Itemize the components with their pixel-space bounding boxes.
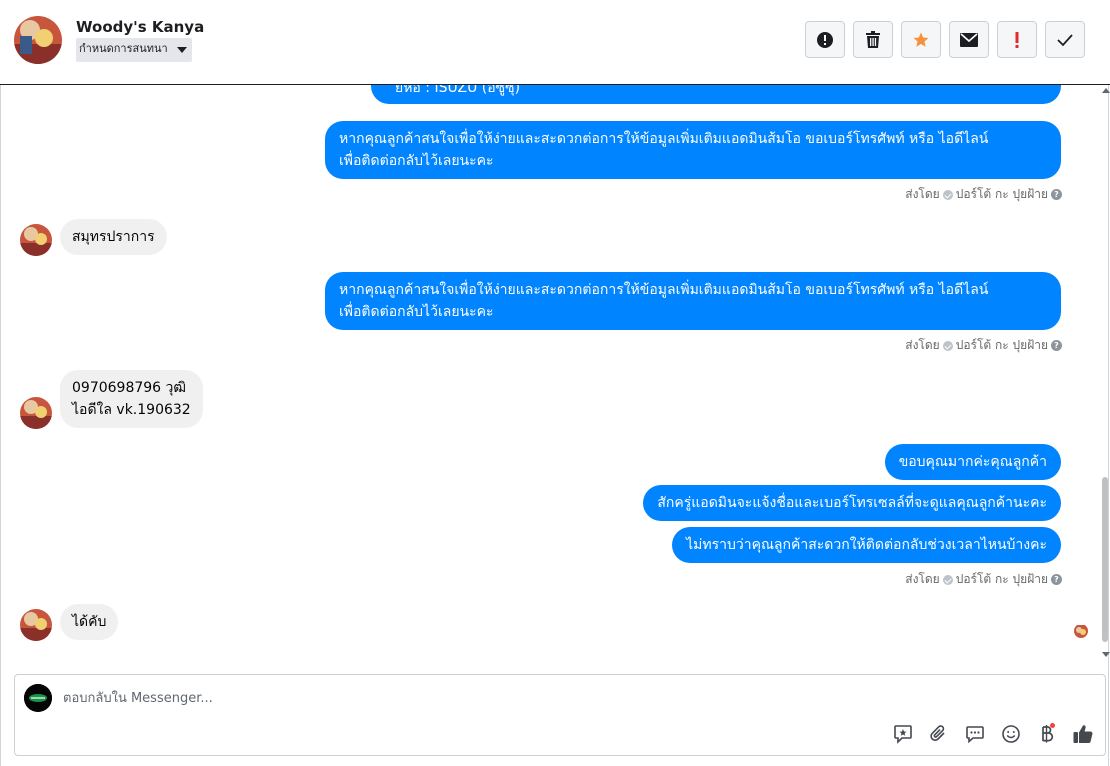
sender-name[interactable]: ปอร์โต้ กะ ปุยฝ้าย bbox=[956, 336, 1048, 355]
scroll-up-arrow-icon[interactable] bbox=[1102, 88, 1110, 93]
message-text: ไอดีใล vk.190632 bbox=[72, 402, 191, 418]
scrollbar-thumb[interactable] bbox=[1102, 477, 1108, 642]
reply-composer bbox=[14, 674, 1106, 756]
emoji-icon bbox=[1002, 725, 1020, 743]
sent-by-label: ส่งโดย bbox=[905, 338, 940, 352]
message-list[interactable]: ยี่ห้อ : ISUZU (อีซูซุ) หากคุณลูกค้าสนใจ… bbox=[0, 85, 1100, 660]
message-bubble-incoming: สมุทรปราการ bbox=[60, 219, 167, 255]
help-icon[interactable]: ? bbox=[1051, 574, 1062, 585]
sent-by-info: ส่งโดย ปอร์โต้ กะ ปุยฝ้าย ? bbox=[905, 570, 1062, 589]
message-text: ยี่ห้อ : ISUZU (อีซูซุ) bbox=[395, 85, 521, 96]
message-text: 0970698796 วุฒิ bbox=[72, 380, 187, 396]
contact-name[interactable]: Woody's Kanya bbox=[76, 18, 204, 36]
message-bubble-outgoing: ไม่ทราบว่าคุณลูกค้าสะดวกให้ติดต่อกลับช่ว… bbox=[672, 527, 1061, 563]
assign-label: กำหนดการสนทนา bbox=[79, 42, 168, 55]
verified-icon bbox=[942, 340, 953, 351]
envelope-icon bbox=[960, 32, 978, 47]
alert-circle-icon bbox=[817, 31, 833, 48]
message-scrollbar[interactable] bbox=[1100, 85, 1110, 660]
thumbs-up-icon bbox=[1073, 725, 1093, 743]
attachment-button[interactable] bbox=[927, 722, 951, 746]
help-icon[interactable]: ? bbox=[1051, 189, 1062, 200]
message-bubble-incoming: 0970698796 วุฒิ ไอดีใล vk.190632 bbox=[60, 370, 203, 428]
contact-avatar[interactable] bbox=[14, 16, 62, 64]
mark-unread-button[interactable] bbox=[949, 21, 989, 58]
message-text: สักครู่แอดมินจะแจ้งชื่อและเบอร์โทรเซลล์ท… bbox=[657, 495, 1047, 511]
reply-input[interactable] bbox=[63, 687, 863, 709]
message-text: ขอบคุณมากค่ะคุณลูกค้า bbox=[898, 454, 1047, 470]
saved-replies-button[interactable] bbox=[963, 722, 987, 746]
seen-receipt-avatar bbox=[1074, 624, 1088, 638]
message-text: หากคุณลูกค้าสนใจเพื่อให้ง่ายและสะดวกต่อก… bbox=[339, 131, 989, 147]
message-text: เพื่อติดต่อกลับไว้เลยนะคะ bbox=[339, 304, 494, 320]
checkmark-icon bbox=[1057, 33, 1073, 46]
message-bubble-outgoing: หากคุณลูกค้าสนใจเพื่อให้ง่ายและสะดวกต่อก… bbox=[325, 121, 1061, 179]
caret-down-icon bbox=[176, 47, 187, 53]
scroll-down-arrow-icon[interactable] bbox=[1102, 652, 1110, 657]
conversation-header: Woody's Kanya กำหนดการสนทนา bbox=[0, 0, 1110, 85]
verified-icon bbox=[942, 574, 953, 585]
message-bubble-outgoing: สักครู่แอดมินจะแจ้งชื่อและเบอร์โทรเซลล์ท… bbox=[643, 485, 1061, 521]
help-icon[interactable]: ? bbox=[1051, 340, 1062, 351]
sent-by-label: ส่งโดย bbox=[905, 187, 940, 201]
exclamation-icon bbox=[1015, 31, 1019, 48]
payment-button[interactable] bbox=[1035, 722, 1059, 746]
sticker-button[interactable] bbox=[891, 722, 915, 746]
message-text: สมุทรปราการ bbox=[72, 229, 155, 245]
contact-avatar-small[interactable] bbox=[20, 609, 52, 641]
message-bubble-outgoing: ยี่ห้อ : ISUZU (อีซูซุ) bbox=[371, 85, 1061, 104]
message-text: ได้คับ bbox=[72, 614, 107, 630]
message-text: ไม่ทราบว่าคุณลูกค้าสะดวกให้ติดต่อกลับช่ว… bbox=[686, 537, 1047, 553]
assign-conversation-dropdown[interactable]: กำหนดการสนทนา bbox=[76, 38, 192, 62]
message-text: หากคุณลูกค้าสนใจเพื่อให้ง่ายและสะดวกต่อก… bbox=[339, 282, 989, 298]
payment-icon bbox=[1042, 723, 1055, 743]
message-text: เพื่อติดต่อกลับไว้เลยนะคะ bbox=[339, 153, 494, 169]
message-bubble-outgoing: ขอบคุณมากค่ะคุณลูกค้า bbox=[884, 444, 1061, 480]
star-icon bbox=[913, 32, 929, 47]
message-bubble-incoming: ได้คับ bbox=[60, 604, 119, 640]
sent-by-label: ส่งโดย bbox=[905, 572, 940, 586]
delete-button[interactable] bbox=[853, 21, 893, 58]
sender-name[interactable]: ปอร์โต้ กะ ปุยฝ้าย bbox=[956, 570, 1048, 589]
saved-replies-icon bbox=[966, 726, 984, 744]
star-button[interactable] bbox=[901, 21, 941, 58]
sent-by-info: ส่งโดย ปอร์โต้ กะ ปุยฝ้าย ? bbox=[905, 336, 1062, 355]
important-button[interactable] bbox=[997, 21, 1037, 58]
trash-icon bbox=[866, 30, 880, 48]
emoji-button[interactable] bbox=[999, 722, 1023, 746]
sent-by-info: ส่งโดย ปอร์โต้ กะ ปุยฝ้าย ? bbox=[905, 185, 1062, 204]
mark-done-button[interactable] bbox=[1045, 21, 1085, 58]
contact-avatar-small[interactable] bbox=[20, 397, 52, 429]
attachment-icon bbox=[930, 725, 945, 741]
sticker-icon bbox=[894, 725, 912, 744]
page-avatar bbox=[24, 684, 52, 712]
like-button[interactable] bbox=[1071, 722, 1095, 746]
contact-avatar-small[interactable] bbox=[20, 224, 52, 256]
message-bubble-outgoing: หากคุณลูกค้าสนใจเพื่อให้ง่ายและสะดวกต่อก… bbox=[325, 272, 1061, 330]
spam-button[interactable] bbox=[805, 21, 845, 58]
sender-name[interactable]: ปอร์โต้ กะ ปุยฝ้าย bbox=[956, 185, 1048, 204]
verified-icon bbox=[942, 189, 953, 200]
